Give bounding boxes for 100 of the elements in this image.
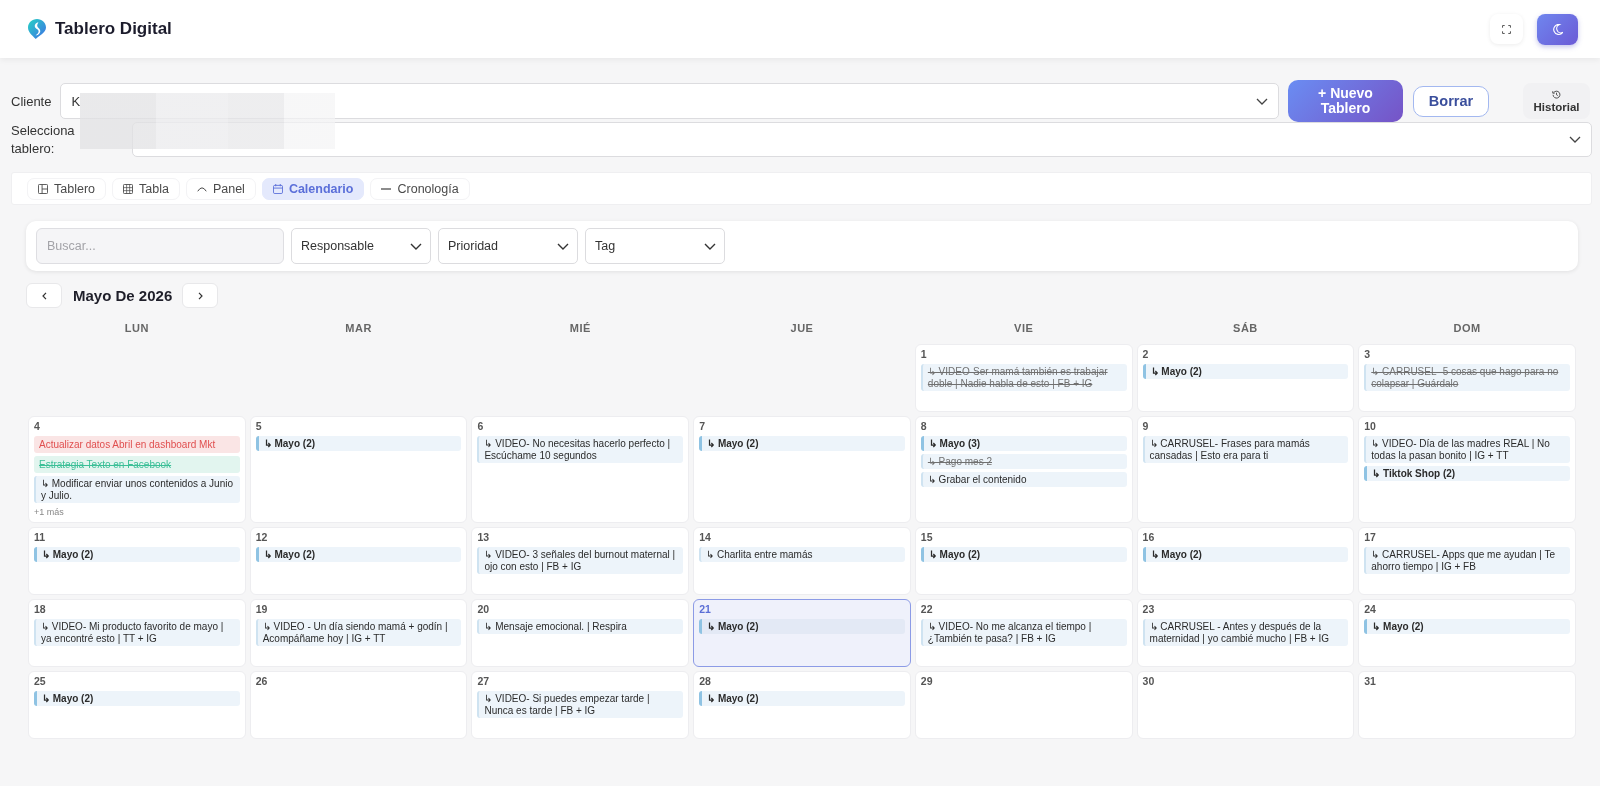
logo-icon — [28, 19, 46, 39]
day-number: 12 — [255, 531, 268, 544]
new-board-button[interactable]: + Nuevo Tablero — [1288, 80, 1403, 122]
next-month-button[interactable] — [182, 283, 219, 308]
filter-select[interactable]: Responsable — [291, 228, 431, 264]
day-cell[interactable]: 17 ↳ CARRUSEL- Apps que me ayudan | Te ahorro tiempo | IG + FB — [1358, 527, 1576, 595]
subtask-item[interactable]: ↳ CARRUSEL- Frases para mamás cansadas | Esto era para ti — [1142, 436, 1349, 463]
subtask-item[interactable]: ↳ CARRUSEL- 5 cosas que hago para no colapsar | Guárdalo — [1364, 364, 1570, 391]
day-cell[interactable]: 23 ↳ CARRUSEL - Antes y después de la maternidad | yo cambié mucho | FB + IG — [1136, 599, 1355, 667]
day-number: 2 — [1142, 348, 1149, 361]
history-button[interactable]: Historial — [1523, 83, 1590, 119]
event-group-item[interactable]: ↳ Mayo (2) — [1142, 364, 1349, 379]
filter-select[interactable]: Tag — [585, 228, 725, 264]
subtask-item[interactable]: ↳ VIDEO- Día de las madres REAL | No todas la pasan bonito | IG + TT — [1364, 436, 1570, 463]
event-group-item[interactable]: ↳ Mayo (2) — [1142, 547, 1349, 562]
day-cell[interactable]: 29 — [914, 671, 1133, 739]
day-number: 17 — [1364, 531, 1376, 544]
day-cell[interactable]: 2 ↳ Mayo (2) — [1136, 344, 1355, 412]
event-group-item[interactable]: ↳ Mayo (2) — [255, 547, 462, 562]
day-cell[interactable]: 31 — [1358, 671, 1576, 739]
event-group-item[interactable]: ↳ Mayo (2) — [1364, 619, 1570, 634]
day-cell[interactable]: 20 ↳ Mensaje emocional. | Respira — [471, 599, 690, 667]
weekday-label: JUE — [790, 321, 814, 336]
day-cell[interactable]: 28 ↳ Mayo (2) — [693, 671, 911, 739]
day-number: 3 — [1364, 348, 1371, 361]
day-cell[interactable]: 18 ↳ VIDEO- Mi producto favorito de mayo | ya encontré esto | TT + IG — [28, 599, 246, 667]
subtask-item[interactable]: ↳ VIDEO - Un día siendo mamá + godín | Acompáñame hoy | IG + TT — [255, 619, 462, 646]
day-cell[interactable]: 21 ↳ Mayo (2) — [693, 599, 911, 667]
subtask-item[interactable]: ↳ Mensaje emocional. | Respira — [477, 619, 684, 634]
day-cell[interactable]: 4 Actualizar datos Abril en dashboard Mkt Estrategia Texto en Facebook ↳ Modificar enviar unos contenidos a Junio y Julio. +1 más — [28, 416, 246, 523]
day-cell[interactable]: 27 ↳ VIDEO- Si puedes empezar tarde | Nunca es tarde | FB + IG — [471, 671, 690, 739]
event-group-item[interactable]: ↳ Mayo (2) — [699, 619, 905, 634]
moon-icon — [1552, 23, 1563, 35]
day-number: 5 — [255, 420, 262, 433]
day-cell[interactable]: 14 ↳ Charlita entre mamás — [693, 527, 911, 595]
view-tab[interactable]: Tablero — [27, 177, 106, 200]
day-cell[interactable]: 26 — [249, 671, 468, 739]
day-cell[interactable]: 19 ↳ VIDEO - Un día siendo mamá + godín | Acompáñame hoy | IG + TT — [249, 599, 468, 667]
day-cell[interactable]: 1 ↳ VIDEO-Ser mamá también es trabajar doble | Nadie habla de esto | FB + IG — [914, 344, 1133, 412]
day-cell[interactable]: 24 ↳ Mayo (2) — [1358, 599, 1576, 667]
subtask-item[interactable]: ↳ VIDEO-Ser mamá también es trabajar doble | Nadie habla de esto | FB + IG — [920, 364, 1127, 391]
day-cell[interactable]: 25 ↳ Mayo (2) — [28, 671, 246, 739]
kanban-icon — [38, 183, 48, 194]
event-group-item[interactable]: ↳ Mayo (2) — [699, 436, 905, 451]
day-cell[interactable]: 7 ↳ Mayo (2) — [693, 416, 911, 523]
subtask-item[interactable]: ↳ VIDEO- Mi producto favorito de mayo | ya encontré esto | TT + IG — [34, 619, 240, 646]
fullscreen-button[interactable] — [1490, 14, 1523, 44]
day-number: 21 — [699, 603, 711, 616]
filter-select[interactable]: Prioridad — [438, 228, 578, 264]
subtask-item[interactable]: ↳ VIDEO- 3 señales del burnout maternal | ojo con esto | FB + IG — [477, 547, 684, 574]
chevron-down-icon — [410, 242, 422, 250]
day-number: 19 — [255, 603, 268, 616]
search-field[interactable]: Buscar... — [36, 228, 284, 264]
day-cell[interactable]: 16 ↳ Mayo (2) — [1136, 527, 1355, 595]
event-group-item[interactable]: ↳ Mayo (2) — [255, 436, 462, 451]
weekday-label: SÁB — [1233, 321, 1258, 336]
subtask-item[interactable]: ↳ Grabar el contenido — [920, 472, 1127, 487]
day-cell[interactable]: 6 ↳ VIDEO- No necesitas hacerlo perfecto | Escúchame 10 segundos — [471, 416, 690, 523]
table-grid-icon — [123, 183, 133, 194]
day-cell[interactable]: 9 ↳ CARRUSEL- Frases para mamás cansadas | Esto era para ti — [1136, 416, 1355, 523]
more-link[interactable]: +1 más — [34, 507, 64, 517]
view-tab[interactable]: Calendario — [261, 177, 365, 200]
event-group-item[interactable]: ↳ Mayo (2) — [920, 547, 1127, 562]
delete-button[interactable]: Borrar — [1413, 85, 1489, 117]
event-group-item[interactable]: ↳ Mayo (2) — [699, 691, 905, 706]
subtask-item[interactable]: ↳ VIDEO- Si puedes empezar tarde | Nunca es tarde | FB + IG — [477, 691, 684, 718]
previous-month-button[interactable] — [26, 283, 62, 308]
subtask-item[interactable]: ↳ Modificar enviar unos contenidos a Junio y Julio. — [34, 476, 240, 503]
day-cell[interactable]: 8 ↳ Mayo (3) ↳ Pago mes 2 ↳ Grabar el contenido — [914, 416, 1133, 523]
event-group-item[interactable]: ↳ Tiktok Shop (2) — [1364, 466, 1570, 481]
weekday-label: VIE — [1014, 321, 1034, 336]
subtask-item[interactable]: ↳ Charlita entre mamás — [699, 547, 905, 562]
day-cell[interactable]: 13 ↳ VIDEO- 3 señales del burnout maternal | ojo con esto | FB + IG — [471, 527, 690, 595]
subtask-item[interactable]: ↳ VIDEO- No necesitas hacerlo perfecto | Escúchame 10 segundos — [477, 436, 684, 463]
event-group-item[interactable]: ↳ Mayo (2) — [34, 691, 240, 706]
day-cell[interactable]: 30 — [1136, 671, 1355, 739]
day-number: 6 — [477, 420, 484, 433]
view-tab[interactable]: Cronología — [370, 177, 470, 200]
app-title: Tablero Digital — [55, 19, 172, 39]
day-number: 4 — [34, 420, 40, 433]
day-cell[interactable]: 3 ↳ CARRUSEL- 5 cosas que hago para no colapsar | Guárdalo — [1358, 344, 1576, 412]
day-cell[interactable]: 15 ↳ Mayo (2) — [914, 527, 1133, 595]
month-title: Mayo De 2026 — [73, 287, 173, 304]
subtask-item[interactable]: ↳ VIDEO- No me alcanza el tiempo | ¿También te pasa? | FB + IG — [920, 619, 1127, 646]
view-tab[interactable]: Tabla — [112, 177, 180, 200]
weekday-label: MAR — [345, 321, 372, 336]
event-group-item[interactable]: ↳ Mayo (2) — [34, 547, 240, 562]
event-group-item[interactable]: ↳ Mayo (3) — [920, 436, 1127, 451]
subtask-item[interactable]: ↳ CARRUSEL - Antes y después de la maternidad | yo cambié mucho | FB + IG — [1142, 619, 1349, 646]
day-cell[interactable]: 22 ↳ VIDEO- No me alcanza el tiempo | ¿También te pasa? | FB + IG — [914, 599, 1133, 667]
day-cell[interactable]: 5 ↳ Mayo (2) — [249, 416, 468, 523]
day-number: 15 — [920, 531, 933, 544]
day-cell[interactable]: 10 ↳ VIDEO- Día de las madres REAL | No todas la pasan bonito | IG + TT ↳ Tiktok Shop (2) — [1358, 416, 1576, 523]
subtask-item[interactable]: ↳ CARRUSEL- Apps que me ayudan | Te ahorro tiempo | IG + FB — [1364, 547, 1570, 574]
subtask-item[interactable]: ↳ Pago mes 2 — [920, 454, 1127, 469]
day-number: 26 — [255, 675, 268, 688]
day-cell[interactable]: 11 ↳ Mayo (2) — [28, 527, 246, 595]
day-cell[interactable]: 12 ↳ Mayo (2) — [249, 527, 468, 595]
theme-toggle-button[interactable] — [1537, 13, 1578, 45]
view-tab[interactable]: Panel — [185, 177, 256, 200]
